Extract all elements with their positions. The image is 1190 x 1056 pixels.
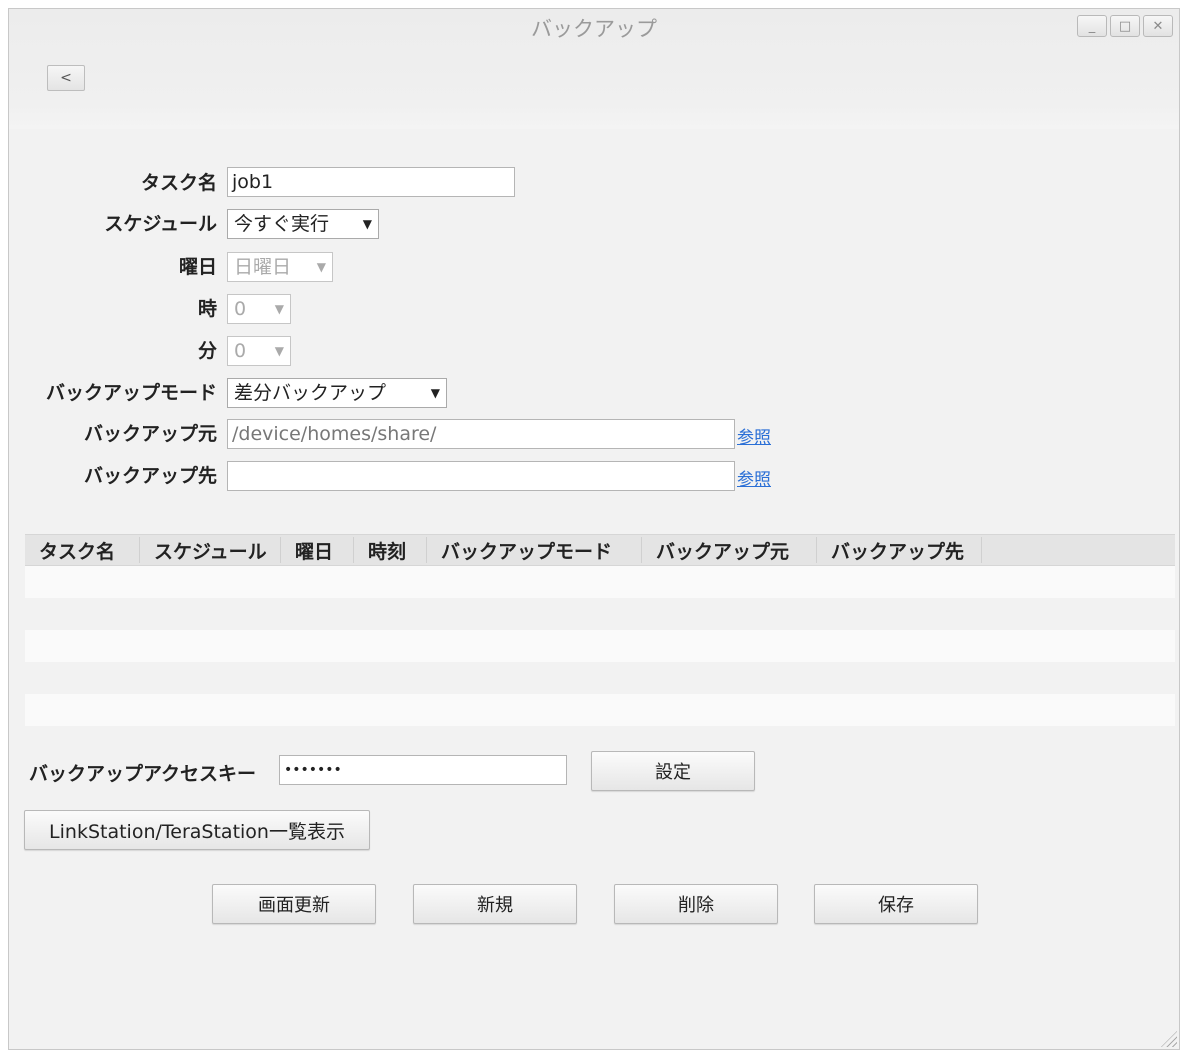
minimize-icon: _ [1088, 18, 1096, 34]
schedule-value: 今すぐ実行 [234, 213, 330, 235]
title-bar: バックアップ _ □ ✕ < [9, 9, 1179, 129]
mode-select[interactable]: 差分バックアップ ▼ [227, 378, 447, 408]
access-key-label: バックアップアクセスキー [29, 763, 257, 785]
schedule-select[interactable]: 今すぐ実行 ▼ [227, 209, 379, 239]
column-header[interactable]: タスク名 [25, 537, 139, 564]
minute-value: 0 [234, 340, 247, 362]
device-list-button[interactable]: LinkStation/TeraStation一覧表示 [24, 810, 370, 850]
column-header[interactable]: 時刻 [354, 537, 426, 564]
dropdown-arrow-icon: ▼ [316, 260, 326, 274]
close-button[interactable]: ✕ [1143, 15, 1173, 37]
schedule-label: スケジュール [104, 213, 217, 235]
column-header[interactable]: バックアップ先 [817, 537, 981, 564]
weekday-select[interactable]: 日曜日 ▼ [227, 252, 333, 282]
minute-label: 分 [197, 340, 217, 362]
back-button[interactable]: < [47, 65, 85, 91]
dropdown-arrow-icon: ▼ [430, 386, 440, 400]
maximize-button[interactable]: □ [1110, 15, 1140, 37]
hour-value: 0 [234, 298, 247, 320]
dest-label: バックアップ先 [83, 465, 217, 487]
column-header[interactable]: バックアップ元 [642, 537, 816, 564]
source-label: バックアップ元 [83, 423, 217, 445]
task-name-label: タスク名 [140, 172, 217, 194]
table-row[interactable] [25, 630, 1175, 662]
minute-select[interactable]: 0 ▼ [227, 336, 291, 366]
dropdown-arrow-icon: ▼ [362, 217, 372, 231]
set-access-key-button[interactable]: 設定 [591, 751, 755, 791]
access-key-input[interactable]: ••••••• [279, 755, 567, 785]
minimize-button[interactable]: _ [1077, 15, 1107, 37]
new-button[interactable]: 新規 [413, 884, 577, 924]
table-row[interactable] [25, 694, 1175, 726]
column-header[interactable]: バックアップモード [427, 537, 641, 564]
task-table: タスク名 スケジュール 曜日 時刻 バックアップモード バックアップ元 バックア… [25, 534, 1175, 726]
backup-window: バックアップ _ □ ✕ < タスク名 job1 スケジュール 今すぐ実行 ▼ 曜… [8, 8, 1180, 1050]
dropdown-arrow-icon: ▼ [274, 344, 284, 358]
hour-select[interactable]: 0 ▼ [227, 294, 291, 324]
table-row[interactable] [25, 598, 1175, 630]
hour-label: 時 [197, 298, 217, 320]
source-browse-link[interactable]: 参照 [737, 423, 771, 448]
refresh-button[interactable]: 画面更新 [212, 884, 376, 924]
mode-value: 差分バックアップ [234, 382, 387, 404]
column-header[interactable]: 曜日 [281, 537, 353, 564]
task-name-input[interactable]: job1 [227, 167, 515, 197]
dropdown-arrow-icon: ▼ [274, 302, 284, 316]
delete-button[interactable]: 削除 [614, 884, 778, 924]
source-input[interactable]: /device/homes/share/ [227, 419, 735, 449]
dest-input[interactable] [227, 461, 735, 491]
weekday-label: 曜日 [178, 256, 217, 278]
table-row[interactable] [25, 566, 1175, 598]
table-row[interactable] [25, 662, 1175, 694]
back-chevron-icon: < [60, 70, 72, 86]
save-button[interactable]: 保存 [814, 884, 978, 924]
dest-browse-link[interactable]: 参照 [737, 465, 771, 490]
maximize-icon: □ [1118, 18, 1132, 34]
window-title: バックアップ [531, 17, 657, 41]
mode-label: バックアップモード [45, 382, 217, 404]
resize-grip-icon[interactable] [1161, 1031, 1177, 1047]
table-header: タスク名 スケジュール 曜日 時刻 バックアップモード バックアップ元 バックア… [25, 534, 1175, 566]
close-icon: ✕ [1152, 18, 1164, 34]
column-header[interactable]: スケジュール [140, 537, 280, 564]
weekday-value: 日曜日 [234, 256, 292, 278]
